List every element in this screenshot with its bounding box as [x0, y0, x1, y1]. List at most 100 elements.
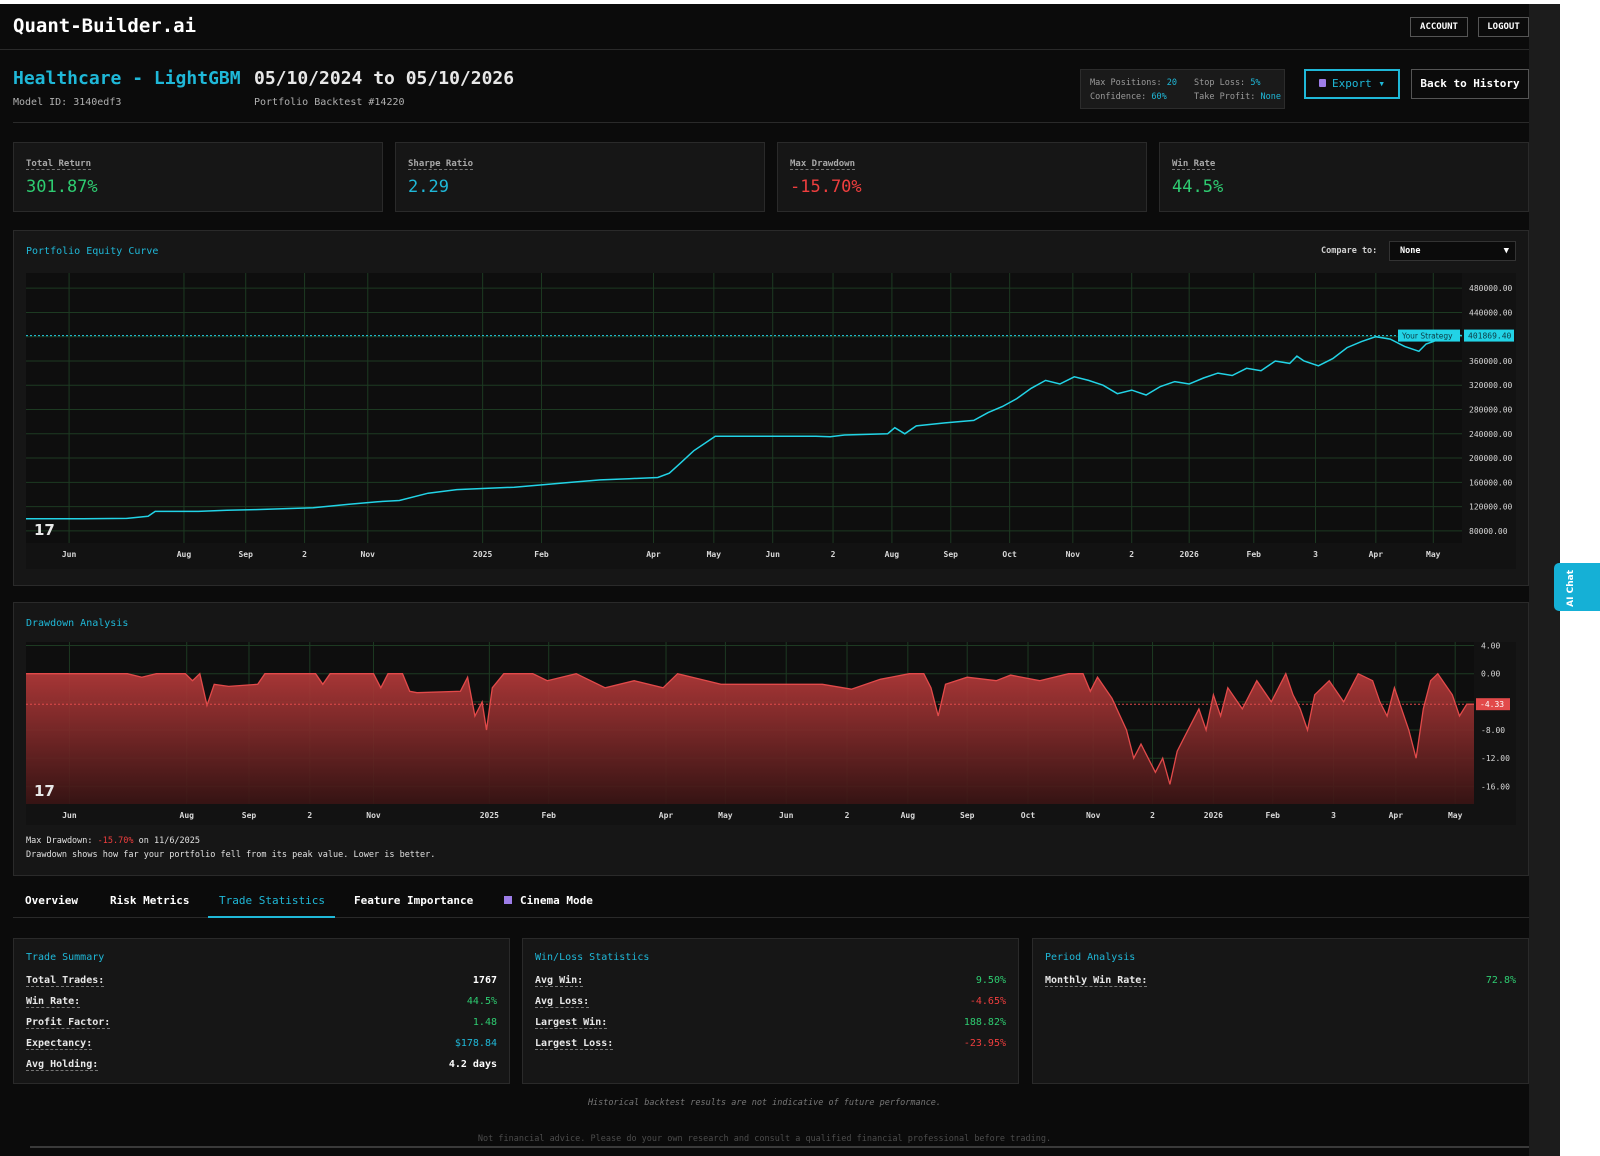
stat-label: Total Trades: [26, 975, 105, 987]
equity-panel-title: Portfolio Equity Curve [26, 246, 159, 257]
y-tick-label: -16.00 [1481, 782, 1510, 791]
x-tick-label: Sep [944, 550, 959, 559]
last-value-label: 401869.40 [1468, 332, 1512, 341]
stat-value: 1767 [472, 975, 497, 986]
x-tick-label: Jun [62, 811, 77, 820]
drawdown-chart[interactable]: 4.000.00-4.00-8.00-12.00-16.00JunAugSep2… [26, 642, 1516, 825]
account-button[interactable]: ACCOUNT [1410, 17, 1468, 37]
y-tick-label: -12.00 [1481, 754, 1510, 763]
x-tick-label: Feb [542, 811, 557, 820]
export-button[interactable]: Export ▾ [1304, 69, 1400, 99]
y-tick-label: 120000.00 [1469, 503, 1513, 512]
y-tick-label: 320000.00 [1469, 381, 1513, 390]
stat-value: $178.84 [454, 1038, 497, 1049]
stat-value: 9.50% [975, 975, 1006, 986]
x-tick-label: Jun [765, 550, 780, 559]
drawdown-chart-svg: 4.000.00-4.00-8.00-12.00-16.00JunAugSep2… [26, 642, 1516, 825]
stat-value: -23.95% [963, 1038, 1006, 1049]
page-title: Healthcare - LightGBM [13, 68, 241, 89]
tab-trade-statistics[interactable]: Trade Statistics [208, 890, 335, 918]
x-tick-label: Apr [646, 550, 661, 559]
x-tick-label: 2 [302, 550, 307, 559]
analysis-tabs: Overview Risk Metrics Trade Statistics F… [13, 890, 1529, 918]
backtest-settings: Max Positions: 20 Confidence: 60% Stop L… [1080, 69, 1285, 109]
stat-row: Avg Holding: 4.2 days [26, 1059, 497, 1079]
app-root: Quant-Builder.ai ACCOUNT LOGOUT Healthca… [0, 4, 1529, 1156]
compare-label: Compare to: [1321, 246, 1378, 256]
stat-row: Avg Win: 9.50% [535, 975, 1006, 995]
stat-label: Monthly Win Rate: [1045, 975, 1148, 987]
tab-risk-metrics[interactable]: Risk Metrics [110, 890, 210, 918]
equity-chart-svg: 480000.00440000.00400000.00360000.003200… [26, 273, 1516, 569]
tab-cinema-mode[interactable]: Cinema Mode [504, 890, 604, 918]
x-tick-label: 2026 [1180, 550, 1199, 559]
max-drawdown-date: on 11/6/2025 [138, 836, 201, 846]
stat-row: Largest Loss: -23.95% [535, 1038, 1006, 1058]
confidence-setting: Confidence: 60% [1090, 92, 1167, 102]
stat-row: Largest Win: 188.82% [535, 1017, 1006, 1037]
chevron-down-icon: ▼ [1503, 246, 1509, 256]
equity-curve-panel: Portfolio Equity Curve Compare to: None … [13, 230, 1529, 586]
compare-select[interactable]: None ▼ [1389, 241, 1516, 261]
x-tick-label: 2 [307, 811, 312, 820]
x-tick-label: Sep [960, 811, 975, 820]
x-tick-label: Sep [242, 811, 257, 820]
x-tick-label: Jun [62, 550, 77, 559]
logout-button[interactable]: LOGOUT [1478, 17, 1529, 37]
model-id: Model ID: 3140edf3 [13, 97, 122, 108]
equity-chart[interactable]: 480000.00440000.00400000.00360000.003200… [26, 273, 1516, 569]
x-tick-label: Jun [779, 811, 794, 820]
x-tick-label: Aug [180, 811, 195, 820]
stat-label: Profit Factor: [26, 1017, 111, 1029]
max-drawdown-label: Max Drawdown: [26, 836, 93, 846]
stat-value: 1.48 [472, 1017, 497, 1028]
metric-label: Win Rate [1172, 159, 1216, 170]
tab-overview[interactable]: Overview [25, 890, 105, 918]
drawdown-panel: Drawdown Analysis 4.000.00-4.00-8.00-12.… [13, 602, 1529, 876]
x-tick-label: 2025 [473, 550, 492, 559]
stat-value: 72.8% [1485, 975, 1516, 986]
drawdown-note: Drawdown shows how far your portfolio fe… [26, 850, 436, 860]
x-tick-label: Apr [1369, 550, 1384, 559]
ai-chat-button[interactable]: AI Chat [1554, 563, 1600, 611]
x-tick-label: 2 [831, 550, 836, 559]
clapper-icon [504, 896, 512, 904]
footer-divider [30, 1146, 1529, 1148]
stat-label: Avg Holding: [26, 1059, 99, 1071]
x-tick-label: Oct [1021, 811, 1036, 820]
period-analysis-card: Period Analysis Monthly Win Rate: 72.8% [1032, 938, 1529, 1084]
x-tick-label: Feb [1266, 811, 1281, 820]
series-label: Your Strategy [1401, 332, 1453, 341]
last-value-label: -4.33 [1480, 700, 1504, 709]
metric-card-win-rate: Win Rate 44.5% [1159, 142, 1529, 212]
equity-line [26, 333, 1463, 520]
x-tick-label: May [718, 811, 733, 820]
stat-label: Expectancy: [26, 1038, 93, 1050]
x-tick-label: Nov [366, 811, 381, 820]
take-profit-setting: Take Profit: None [1194, 92, 1282, 102]
win-loss-title: Win/Loss Statistics [535, 952, 650, 963]
metric-value: 301.87% [26, 177, 98, 197]
stat-row: Expectancy: $178.84 [26, 1038, 497, 1058]
tab-feature-importance[interactable]: Feature Importance [354, 890, 484, 918]
x-tick-label: Apr [1389, 811, 1404, 820]
x-tick-label: May [1448, 811, 1463, 820]
stat-label: Avg Win: [535, 975, 584, 987]
metric-value: -15.70% [790, 177, 862, 197]
drawdown-panel-title: Drawdown Analysis [26, 618, 129, 629]
header-divider [13, 122, 1529, 123]
back-to-history-button[interactable]: Back to History [1411, 69, 1529, 99]
date-range: 05/10/2024 to 05/10/2026 [254, 68, 515, 89]
brand-logo[interactable]: Quant-Builder.ai [13, 15, 196, 37]
y-tick-label: 480000.00 [1469, 284, 1513, 293]
y-tick-label: 240000.00 [1469, 430, 1513, 439]
tradingview-logo: 17 [34, 782, 55, 800]
export-label: Export ▾ [1332, 77, 1385, 90]
period-analysis-title: Period Analysis [1045, 952, 1136, 963]
y-tick-label: 440000.00 [1469, 308, 1513, 317]
stat-row: Monthly Win Rate: 72.8% [1045, 975, 1516, 995]
x-tick-label: 3 [1313, 550, 1318, 559]
metric-label: Sharpe Ratio [408, 159, 474, 170]
win-loss-card: Win/Loss Statistics Avg Win: 9.50% Avg Lo… [522, 938, 1019, 1084]
trade-summary-title: Trade Summary [26, 952, 105, 963]
